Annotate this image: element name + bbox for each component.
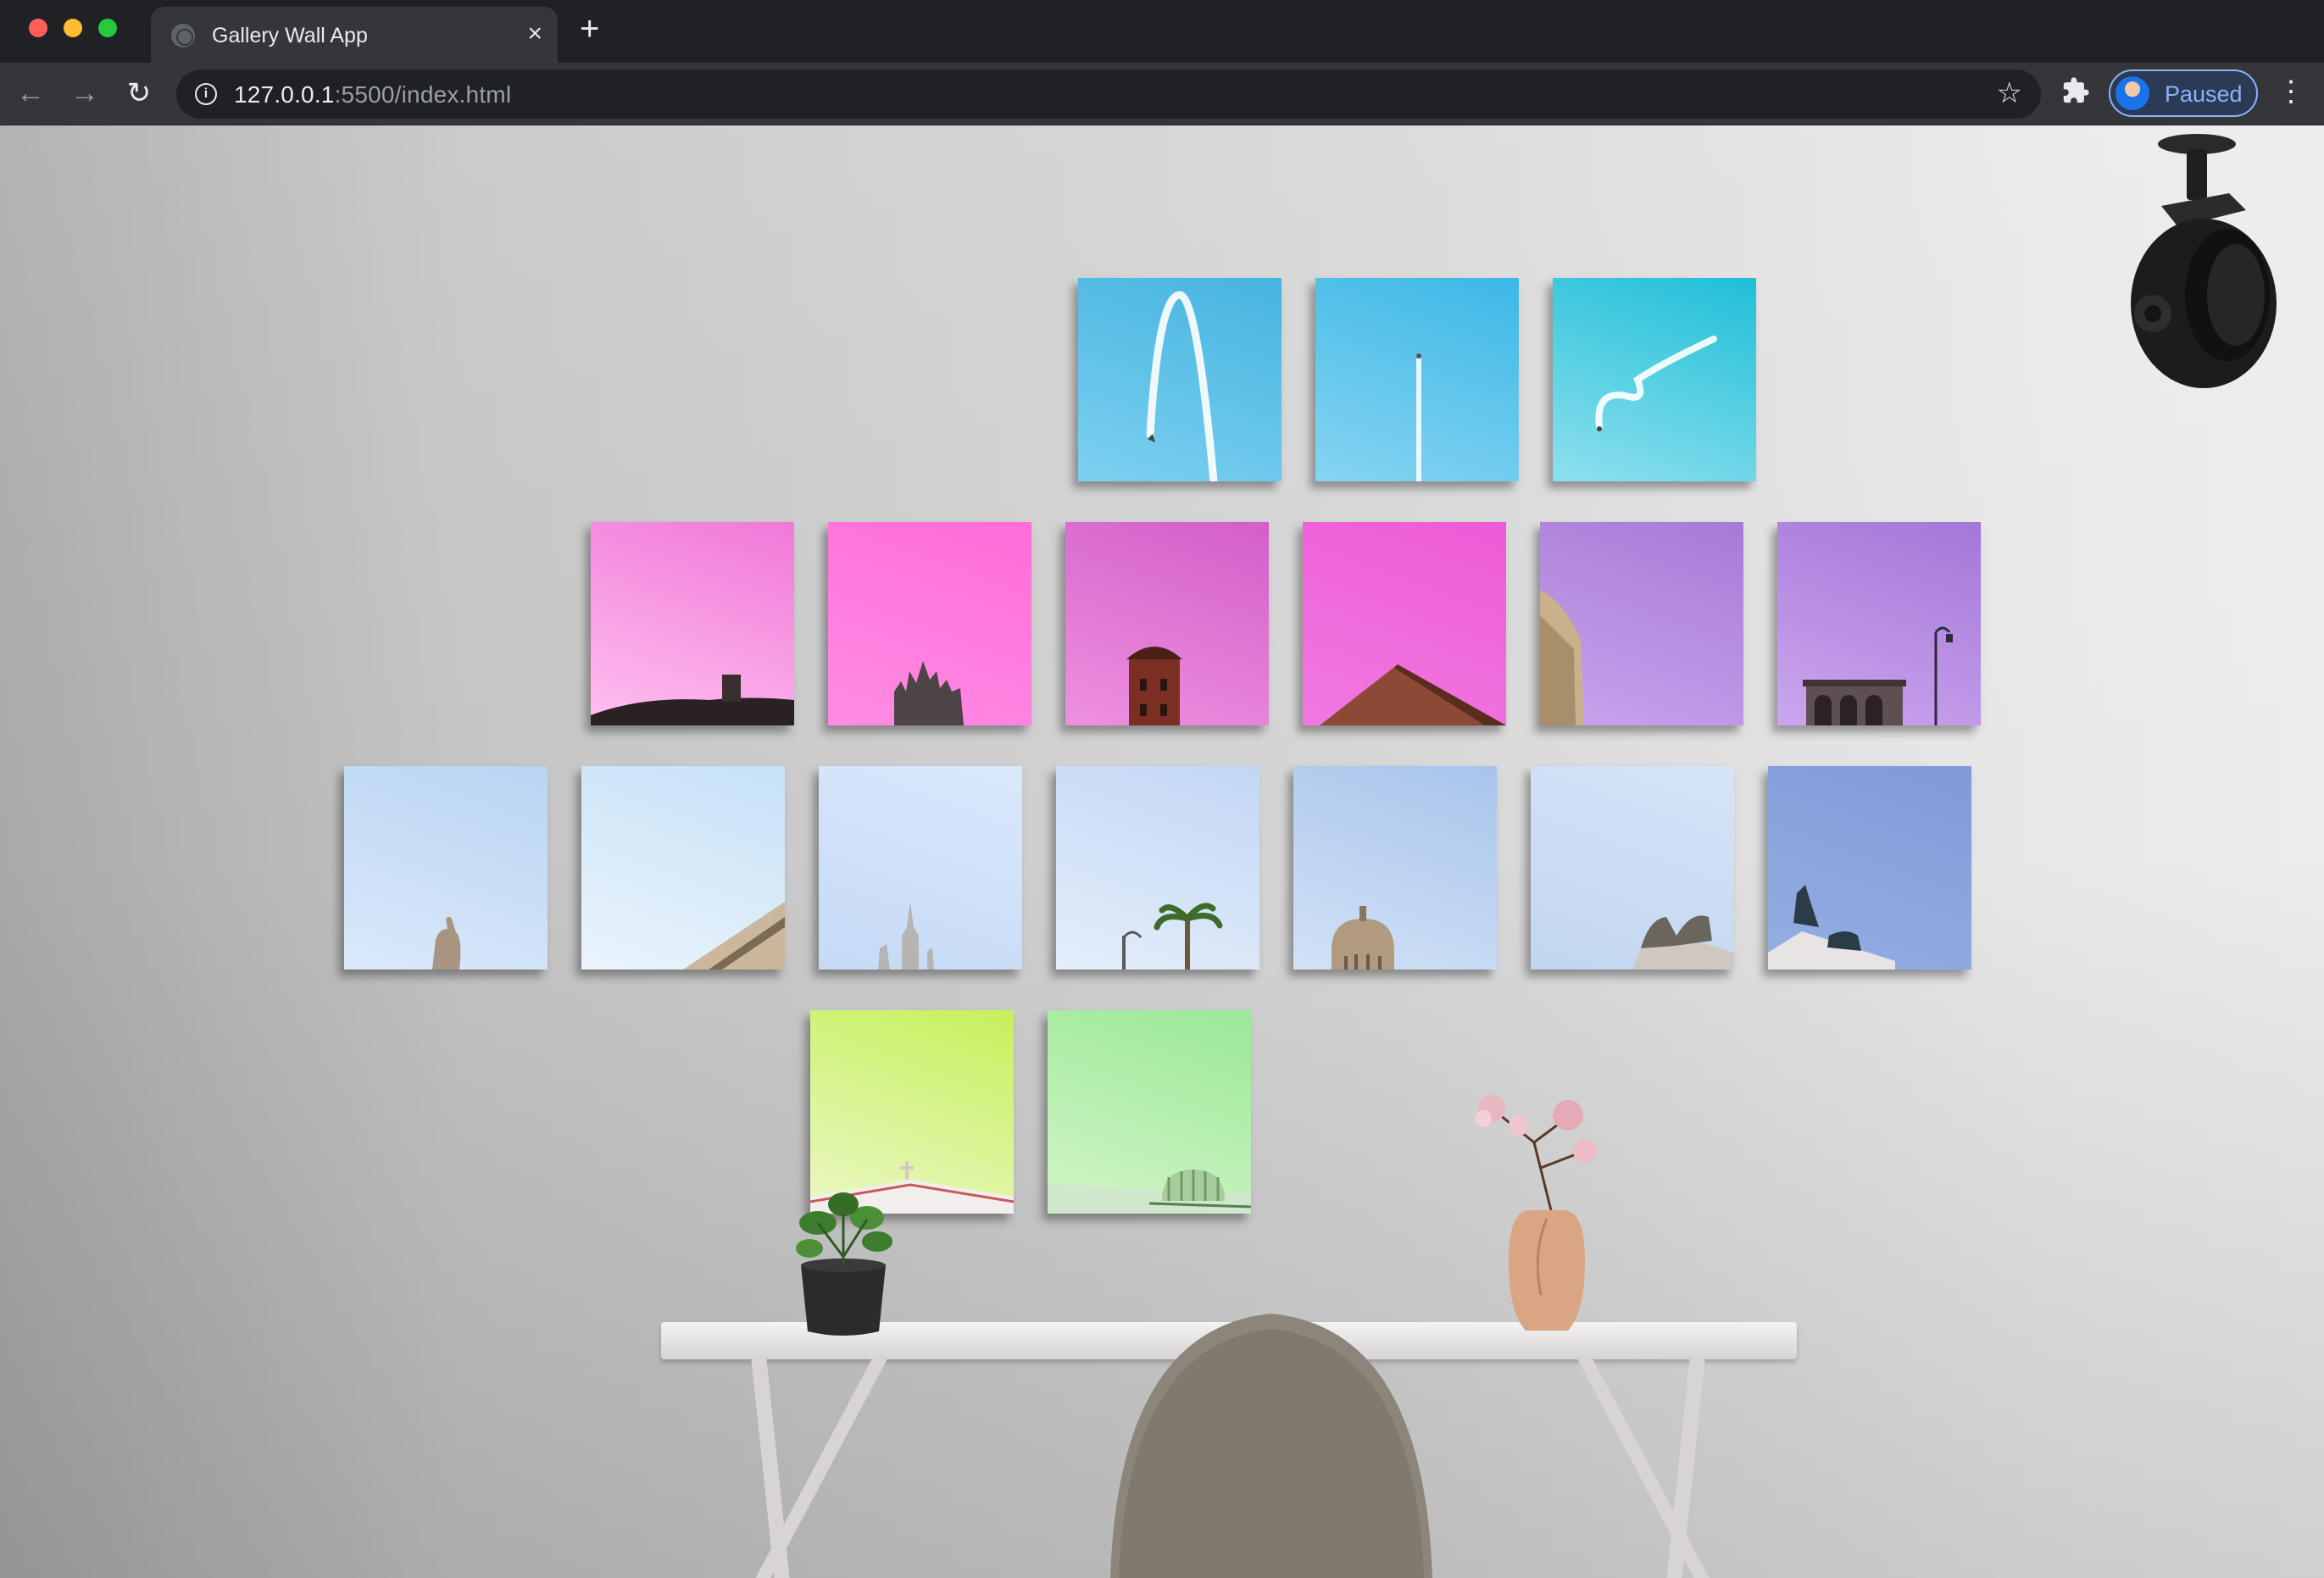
browser-toolbar: ← → ↻ i 127.0.0.1:5500/index.html ☆ Paus… <box>0 63 2324 125</box>
globe-icon <box>171 24 195 47</box>
photo-cross-roof[interactable] <box>810 1010 1014 1214</box>
photo-green-dome[interactable] <box>1048 1010 1251 1214</box>
forward-arrow-icon[interactable]: → <box>68 76 102 110</box>
photo-chariot-statue[interactable] <box>1531 766 1734 970</box>
browser-tab[interactable]: Gallery Wall App × <box>151 7 558 63</box>
photo-jet-contrail[interactable] <box>1315 278 1519 481</box>
extensions-puzzle-icon[interactable] <box>2061 76 2090 113</box>
photo-building-corner[interactable] <box>581 766 785 970</box>
address-bar[interactable]: i 127.0.0.1:5500/index.html ☆ <box>176 69 2041 119</box>
reload-icon[interactable]: ↻ <box>122 76 156 110</box>
photo-brick-gable[interactable] <box>1303 522 1506 725</box>
photo-streetlamp-ruin[interactable] <box>1777 522 1981 725</box>
site-info-icon[interactable]: i <box>195 83 217 105</box>
photo-palm-lamp[interactable] <box>1056 766 1259 970</box>
photo-rooftop-statue[interactable] <box>1768 766 1971 970</box>
close-window-button[interactable] <box>29 19 47 37</box>
browser-menu-icon[interactable]: ⋮ <box>2277 75 2305 108</box>
potted-plant-image <box>796 1192 892 1336</box>
photo-baroque-dome[interactable] <box>1293 766 1497 970</box>
browser-titlebar: Gallery Wall App × + <box>0 0 2324 63</box>
flower-vase-image <box>1475 1095 1597 1331</box>
photo-gothic-spire[interactable] <box>828 522 1031 725</box>
photo-equestrian-statue[interactable] <box>344 766 548 970</box>
tab-title: Gallery Wall App <box>212 24 368 47</box>
photo-skywriting-loop[interactable] <box>1078 278 1282 481</box>
back-arrow-icon[interactable]: ← <box>14 76 47 110</box>
new-tab-button[interactable]: + <box>580 12 599 46</box>
url-text[interactable]: 127.0.0.1:5500/index.html <box>234 81 511 108</box>
profile-button[interactable]: Paused <box>2109 69 2258 117</box>
bookmark-star-icon[interactable]: ☆ <box>1997 76 2022 110</box>
photo-skywriting-curve[interactable] <box>1553 278 1756 481</box>
close-tab-icon[interactable]: × <box>527 19 542 49</box>
security-camera-image <box>2131 134 2277 388</box>
photo-brick-tower[interactable] <box>1065 522 1269 725</box>
maximize-window-button[interactable] <box>98 19 117 37</box>
avatar <box>2116 76 2149 110</box>
minimize-window-button[interactable] <box>64 19 82 37</box>
photo-dome-edge[interactable] <box>1540 522 1743 725</box>
chair-image <box>1110 1314 1432 1578</box>
profile-status-label: Paused <box>2165 81 2243 107</box>
photo-church-spire[interactable] <box>819 766 1022 970</box>
photo-hill-tower[interactable] <box>591 522 794 725</box>
gallery-wall-page <box>0 125 2324 1578</box>
